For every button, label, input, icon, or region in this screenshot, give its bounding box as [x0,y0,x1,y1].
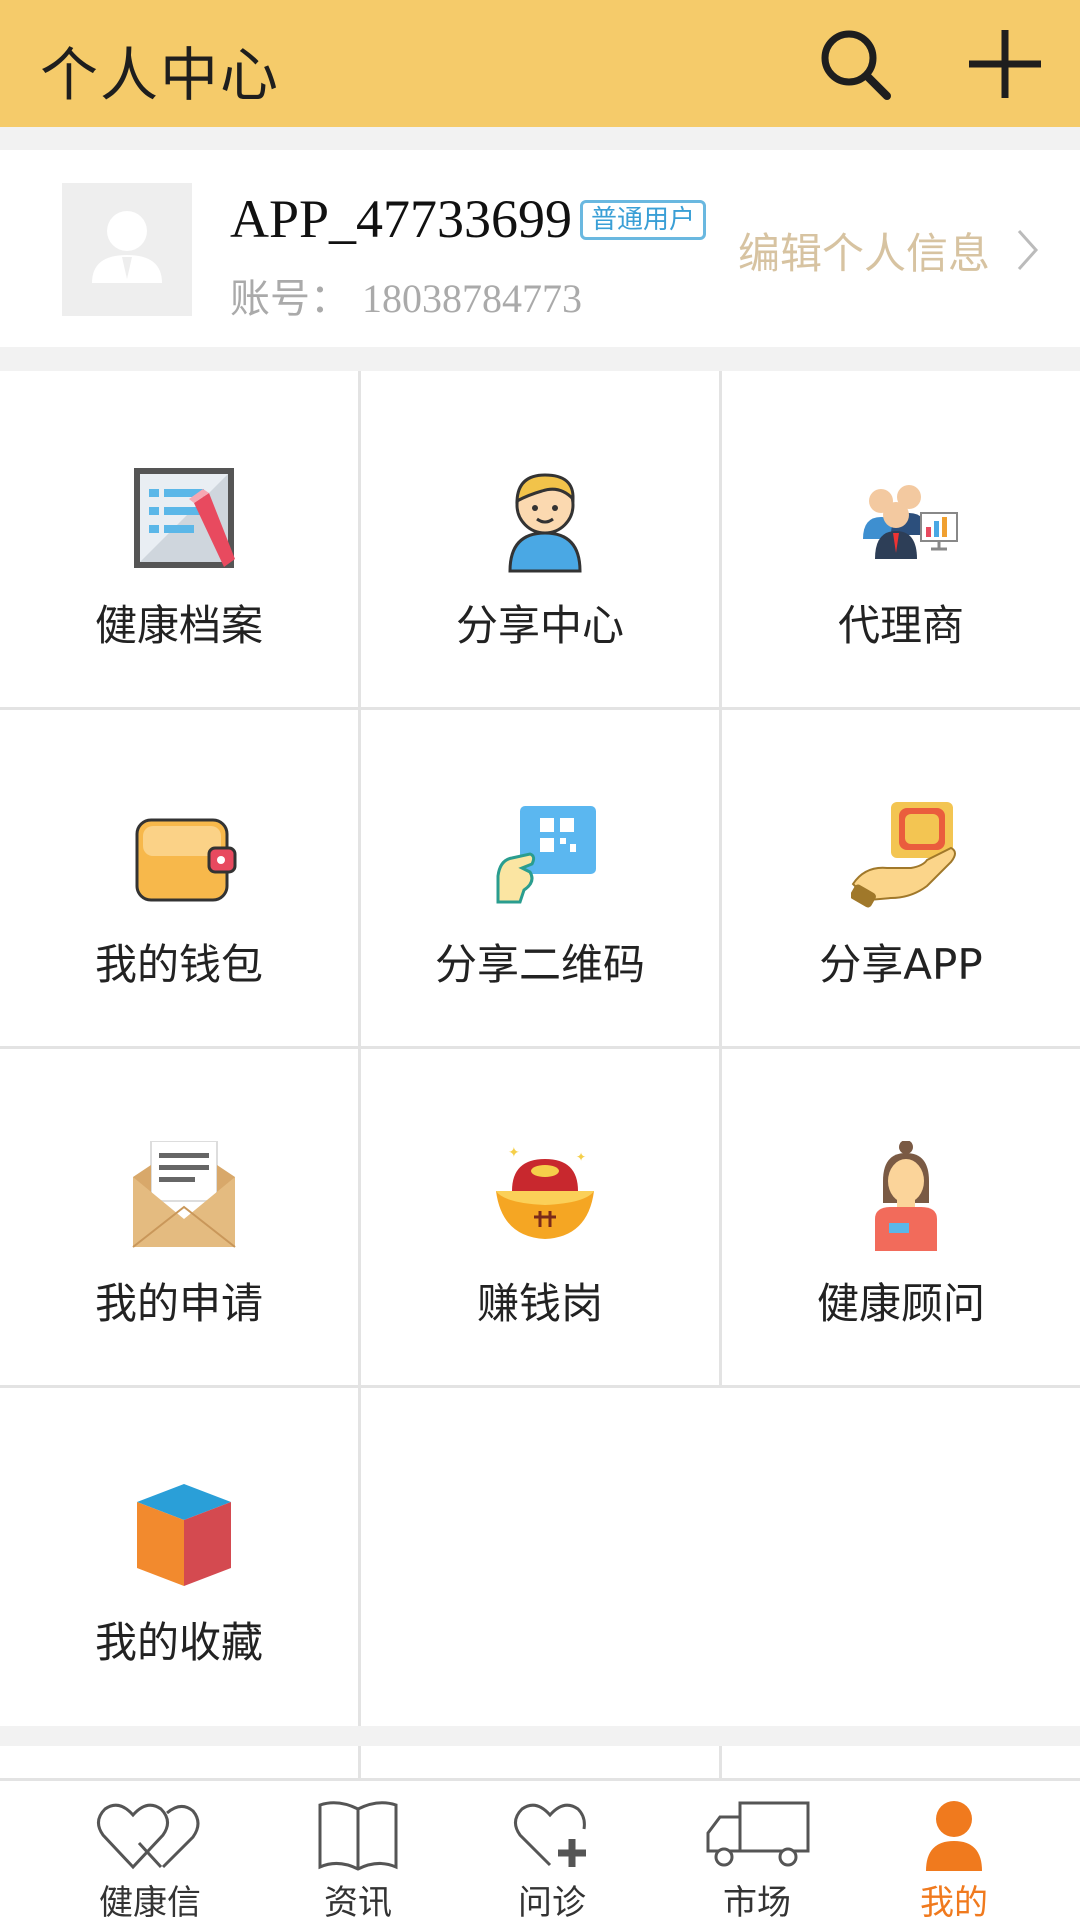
share-app-icon [851,802,956,908]
nav-item-mine[interactable]: 我的 [846,1781,1062,1920]
search-icon [821,30,891,100]
share-center-icon [508,473,582,573]
application-envelope-icon [132,1141,236,1248]
grid-item-wallet[interactable]: 我的钱包 [0,710,358,1046]
health-advisor-icon [875,1141,937,1251]
grid-item-label: 健康顾问 [816,1279,985,1328]
avatar[interactable] [62,183,192,316]
grid-item-label: 我的钱包 [94,940,263,989]
person-icon [926,1801,982,1871]
edit-profile-label: 编辑个人信息 [738,228,991,278]
nav-label: 我的 [920,1883,988,1920]
grid-divider [719,371,722,1388]
grid-item-agent[interactable]: 代理商 [722,371,1080,707]
nav-label: 市场 [723,1883,791,1920]
account-label: 账号： [230,276,350,322]
grid-item-share-center[interactable]: 分享中心 [361,371,719,707]
nav-item-consultation[interactable]: 问诊 [444,1781,660,1920]
grid-item-label: 我的申请 [94,1279,263,1328]
svg-text:✦: ✦ [576,1150,586,1164]
next-section-peek [0,1746,1080,1778]
bottom-navigation: 健康信 资讯 问诊 市场 我的 [0,1778,1080,1920]
grid-item-my-application[interactable]: 我的申请 [0,1049,358,1385]
user-level-badge: 普通用户 [580,200,707,240]
grid-item-favorites[interactable]: 我的收藏 [0,1388,358,1724]
account-number: 18038784773 [362,276,582,321]
wallet-icon [135,818,237,902]
grid-item-label: 赚钱岗 [476,1279,603,1328]
grid-item-label: 分享APP [819,940,983,989]
grid-item-health-record[interactable]: 健康档案 [0,371,358,707]
grid-item-share-app[interactable]: 分享APP [722,710,1080,1046]
grid-item-label: 分享中心 [455,601,624,650]
gold-ingot-icon: ✦ ✦ [496,1145,594,1239]
nav-item-health-letter[interactable]: 健康信 [42,1781,258,1920]
username: APP_47733699 [230,189,573,249]
heart-plus-icon [514,1803,586,1867]
grid-item-label: 代理商 [837,601,964,650]
grid-item-label: 健康档案 [94,601,263,650]
grid-divider [0,1385,1080,1388]
add-button[interactable] [965,24,1045,104]
chevron-right-icon [1017,229,1039,271]
section-separator [0,1726,1080,1746]
nav-item-market[interactable]: 市场 [649,1781,865,1920]
health-record-icon [134,468,235,568]
grid-item-earn-money[interactable]: ✦ ✦ 赚钱岗 [361,1049,719,1385]
plus-icon [969,30,1041,98]
feature-grid: 健康档案 分享中心 代理商 我的钱包 分享二维码 分享APP 我的申请 ✦ ✦ … [0,371,1080,1726]
top-app-bar: 个人中心 [0,0,1080,127]
nav-label: 健康信 [99,1883,201,1920]
grid-divider [0,707,1080,710]
grid-divider [358,1746,361,1778]
nav-item-news[interactable]: 资讯 [250,1781,466,1920]
nav-label: 问诊 [518,1883,586,1920]
hearts-icon [97,1803,200,1870]
grid-divider [0,1046,1080,1049]
agent-icon [863,485,958,559]
favorites-cube-icon [137,1484,231,1586]
grid-divider [719,1746,722,1778]
account-info: 账号： 18038784773 [230,266,582,324]
book-icon [318,1801,398,1871]
edit-profile-link[interactable]: 编辑个人信息 [738,220,1040,280]
default-avatar-icon [92,211,162,283]
search-button[interactable] [815,24,895,104]
truck-icon [706,1801,810,1867]
grid-item-health-advisor[interactable]: 健康顾问 [722,1049,1080,1385]
nav-label: 资讯 [324,1883,392,1920]
grid-item-label: 分享二维码 [434,940,645,989]
qr-code-icon [496,806,596,904]
grid-item-qr-code[interactable]: 分享二维码 [361,710,719,1046]
page-title: 个人中心 [40,41,281,109]
svg-text:✦: ✦ [508,1145,520,1161]
grid-item-label: 我的收藏 [94,1618,263,1667]
